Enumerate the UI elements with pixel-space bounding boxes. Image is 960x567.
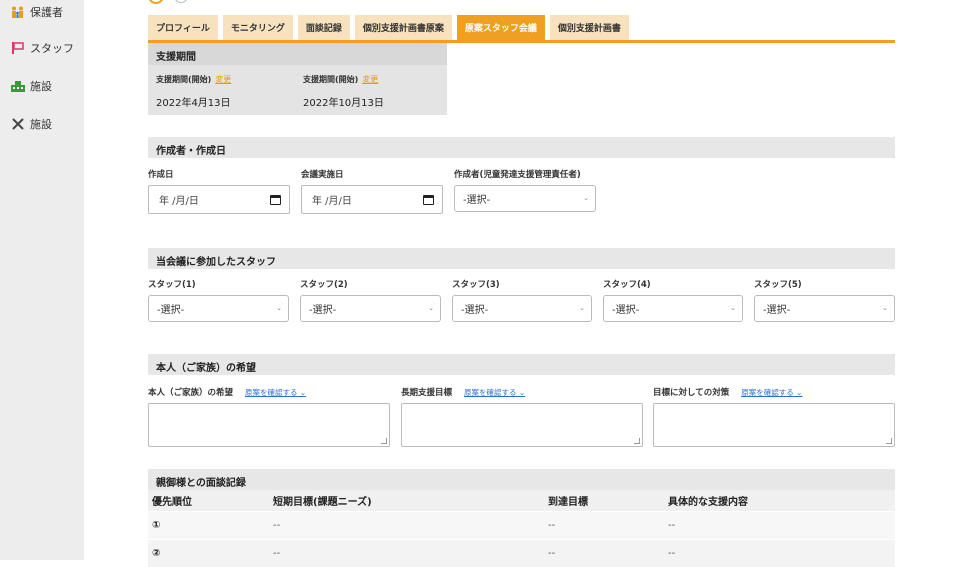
resize-handle-icon[interactable]	[886, 438, 892, 444]
records-section-title: 親御様との面談記録	[148, 469, 895, 490]
column-header: 到達目標	[548, 497, 588, 508]
countermeasure-textarea[interactable]	[653, 403, 895, 447]
staff-5-select[interactable]: -選択- ⌄	[754, 295, 895, 322]
staff-4-label: スタッフ(4)	[603, 280, 651, 290]
calendar-icon	[423, 195, 434, 205]
building-icon	[10, 78, 26, 94]
staff-3-label: スタッフ(3)	[452, 280, 500, 290]
tools-icon	[10, 116, 26, 132]
wishes-field-label: 本人（ご家族）の希望 原案を確認する ⌄	[148, 388, 307, 398]
tab-interview-records[interactable]: 面談記録	[297, 15, 350, 40]
staff-5-label: スタッフ(5)	[754, 280, 802, 290]
created-date-input[interactable]: 年 /月/日	[148, 185, 290, 214]
check-draft-link[interactable]: 原案を確認する ⌄	[464, 388, 525, 397]
calendar-icon	[270, 195, 281, 205]
long-term-goal-label: 長期支援目標 原案を確認する ⌄	[401, 388, 526, 398]
wishes-textarea[interactable]	[148, 403, 390, 447]
records-table-header: 優先順位 短期目標(課題ニーズ) 到達目標 具体的な支援内容	[148, 490, 895, 511]
table-row: ① -- -- --	[148, 512, 895, 539]
table-cell: --	[668, 548, 676, 559]
created-date-label: 作成日	[148, 170, 174, 180]
table-cell: --	[668, 520, 676, 531]
chevron-down-icon: ⌄	[583, 194, 589, 202]
creator-section-title: 作成者・作成日	[148, 137, 895, 158]
staff-section-title: 当会議に参加したスタッフ	[148, 248, 895, 269]
sidebar-item-label: 施設	[30, 80, 52, 93]
author-select[interactable]: -選択- ⌄	[454, 185, 596, 212]
period-end-value: 2022年10月13日	[303, 98, 384, 109]
column-header: 具体的な支援内容	[668, 497, 748, 508]
tab-bar: プロフィール モニタリング 面談記録 個別支援計画書原案 原案スタッフ会議 個別…	[148, 15, 629, 41]
progress-step-icon	[174, 0, 188, 3]
table-row: ② -- -- --	[148, 540, 895, 567]
staff-1-select[interactable]: -選択- ⌄	[148, 295, 289, 322]
progress-step-icon	[148, 0, 164, 4]
tab-profile[interactable]: プロフィール	[148, 15, 218, 40]
resize-handle-icon[interactable]	[381, 438, 387, 444]
sidebar-item-label: 保護者	[30, 6, 63, 19]
sidebar-item-facility-tools[interactable]: 施設	[10, 114, 52, 134]
period-end-change-link[interactable]: 変更	[362, 75, 378, 84]
tab-support-plan-draft[interactable]: 個別支援計画書原案	[354, 15, 452, 40]
staff-1-label: スタッフ(1)	[148, 280, 196, 290]
meeting-date-input[interactable]: 年 /月/日	[301, 185, 443, 214]
chevron-down-icon: ⌄	[579, 304, 585, 312]
sidebar-item-guardian[interactable]: 保護者	[10, 2, 63, 22]
staff-3-select[interactable]: -選択- ⌄	[452, 295, 592, 322]
staff-4-select[interactable]: -選択- ⌄	[603, 295, 743, 322]
tab-monitoring[interactable]: モニタリング	[222, 15, 293, 40]
sidebar-item-staff[interactable]: スタッフ	[10, 38, 74, 58]
table-cell: --	[273, 520, 281, 531]
period-start-value: 2022年4月13日	[156, 98, 231, 109]
period-start-change-link[interactable]: 変更	[215, 75, 231, 84]
sidebar-item-facility[interactable]: 施設	[10, 76, 52, 96]
priority-cell: ①	[152, 520, 161, 531]
column-header: 短期目標(課題ニーズ)	[273, 497, 372, 508]
sidebar-item-label: 施設	[30, 118, 52, 131]
tab-support-plan[interactable]: 個別支援計画書	[549, 15, 629, 40]
chevron-down-icon: ⌄	[882, 304, 888, 312]
chevron-down-icon: ⌄	[730, 304, 736, 312]
sidebar-item-label: スタッフ	[30, 42, 74, 55]
check-draft-link[interactable]: 原案を確認する ⌄	[741, 388, 802, 397]
support-period-title: 支援期間	[148, 43, 447, 65]
countermeasure-label: 目標に対しての対策 原案を確認する ⌄	[653, 388, 803, 398]
staff-2-select[interactable]: -選択- ⌄	[300, 295, 441, 322]
chevron-down-icon: ⌄	[428, 304, 434, 312]
resize-handle-icon[interactable]	[634, 438, 640, 444]
table-cell: --	[273, 548, 281, 559]
sidebar: 保護者 スタッフ 施設 施設	[0, 0, 84, 560]
author-label: 作成者(児童発達支援管理責任者)	[454, 170, 581, 180]
period-start-label: 支援期間(開始) 変更	[156, 75, 232, 84]
column-header: 優先順位	[152, 497, 192, 508]
period-end-label: 支援期間(開始) 変更	[303, 75, 379, 84]
staff-2-label: スタッフ(2)	[300, 280, 348, 290]
tab-draft-staff-meeting[interactable]: 原案スタッフ会議	[456, 15, 545, 40]
check-draft-link[interactable]: 原案を確認する ⌄	[245, 388, 306, 397]
chevron-down-icon: ⌄	[276, 304, 282, 312]
priority-cell: ②	[152, 548, 161, 559]
meeting-date-label: 会議実施日	[301, 170, 344, 180]
staff-icon	[10, 40, 26, 56]
wishes-section-title: 本人（ご家族）の希望	[148, 354, 895, 375]
table-cell: --	[548, 520, 556, 531]
table-cell: --	[548, 548, 556, 559]
family-icon	[10, 4, 26, 20]
long-term-goal-textarea[interactable]	[401, 403, 643, 447]
